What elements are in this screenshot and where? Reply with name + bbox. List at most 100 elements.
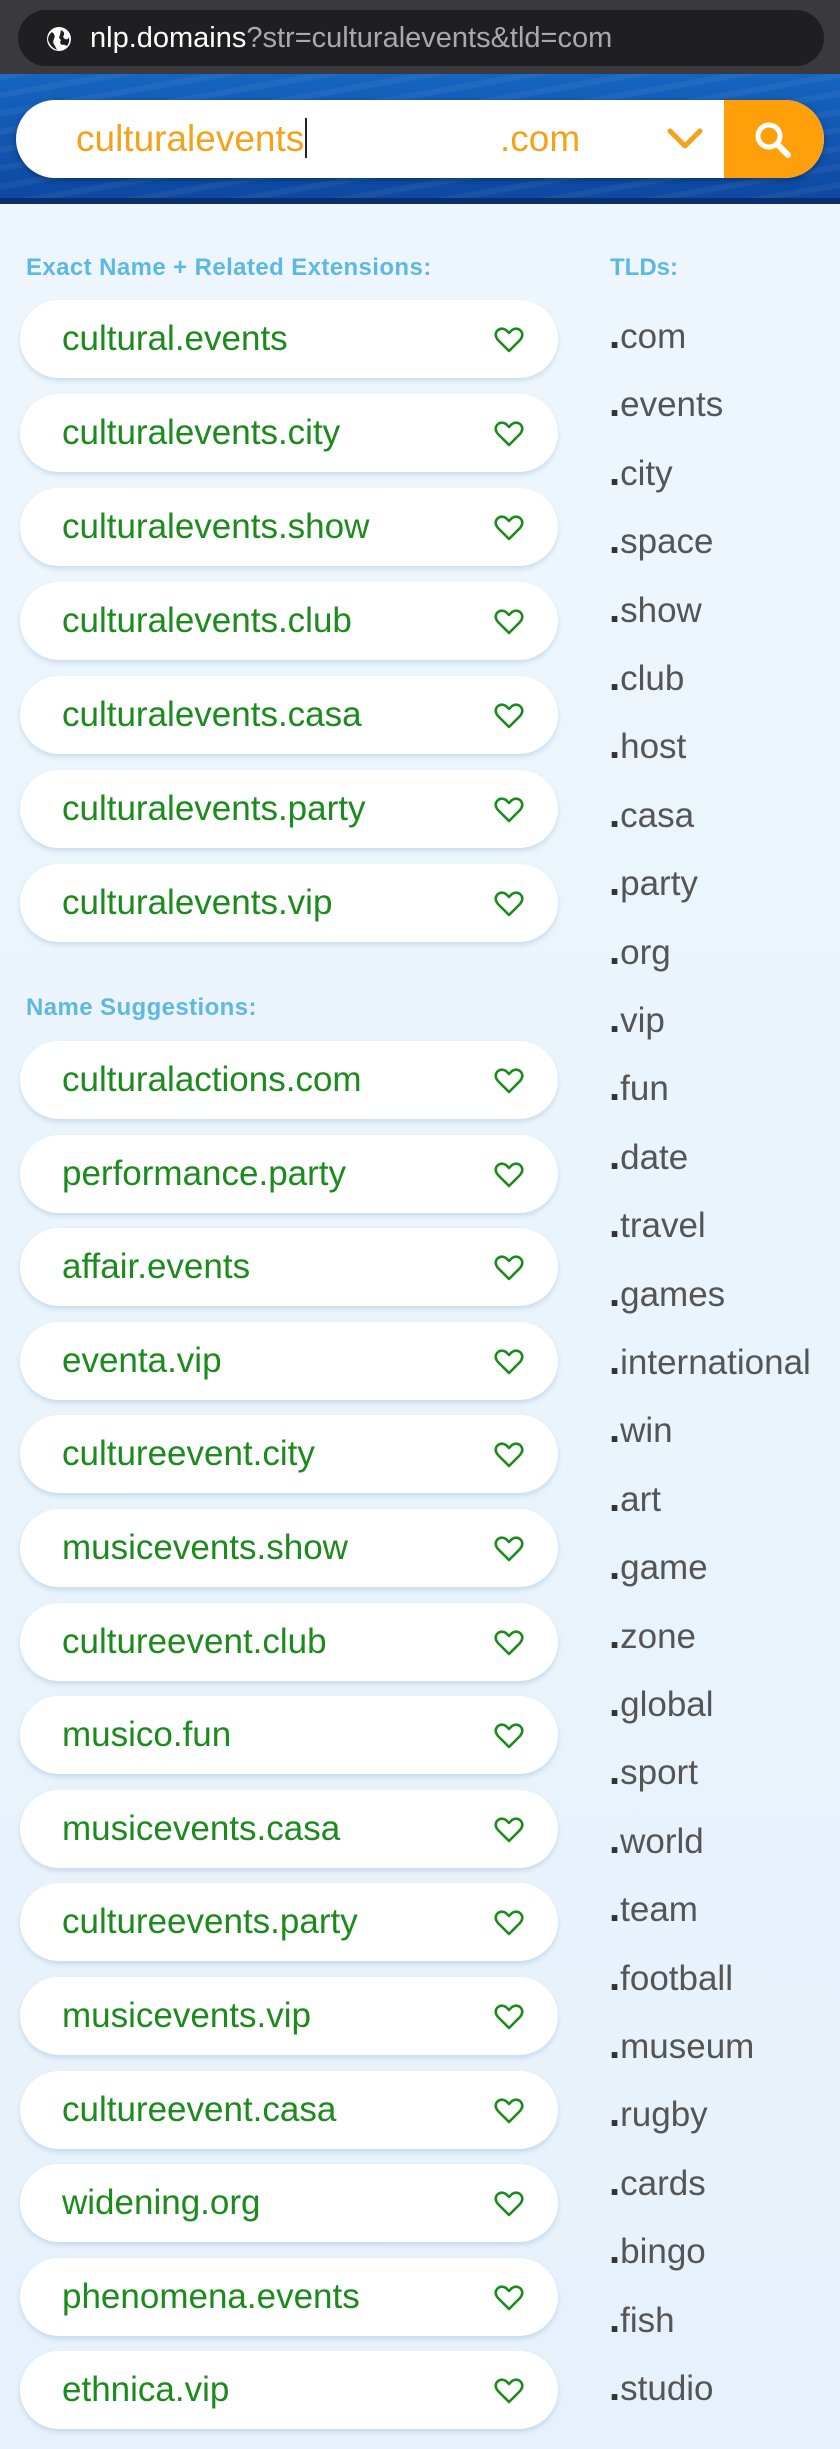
domain-name[interactable]: culturalevents.vip [62,864,332,942]
domain-card[interactable]: eventa.vip [20,1321,558,1400]
domain-name[interactable]: cultural.events [62,300,288,378]
domain-card[interactable]: musico.fun [20,1696,558,1775]
heart-icon[interactable] [494,1162,524,1188]
tld-link[interactable]: .cards [609,2160,706,2205]
domain-name[interactable]: eventa.vip [62,1322,222,1400]
search-input[interactable]: culturalevents [76,100,308,178]
domain-card[interactable]: cultureevent.club [20,1602,558,1681]
heart-icon[interactable] [494,1442,524,1468]
heart-icon[interactable] [494,1255,524,1281]
tld-link[interactable]: .studio [609,2365,714,2410]
domain-name[interactable]: cultureevent.city [62,1415,315,1493]
heart-icon[interactable] [494,797,524,823]
domain-card[interactable]: phenomena.events [20,2257,558,2336]
tld-link[interactable]: .football [609,1955,733,2000]
tld-link[interactable]: .art [609,1476,661,1521]
domain-name[interactable]: widening.org [62,2164,260,2242]
heart-icon[interactable] [494,2191,524,2217]
heart-icon[interactable] [494,421,524,447]
heart-icon[interactable] [494,1910,524,1936]
heart-icon[interactable] [494,327,524,353]
tld-link[interactable]: .zone [609,1613,696,1658]
tld-link[interactable]: .world [609,1818,704,1863]
domain-name[interactable]: culturalevents.casa [62,676,362,754]
domain-card[interactable]: culturalactions.com [20,1041,558,1119]
heart-icon[interactable] [494,2098,524,2124]
domain-name[interactable]: musicevents.vip [62,1977,311,2055]
tld-link[interactable]: .party [609,860,698,905]
tld-link[interactable]: .show [609,587,702,632]
domain-card[interactable]: cultureevents.party [20,1883,558,1962]
domain-card[interactable]: musicevents.vip [20,1977,558,2055]
domain-card[interactable]: culturalevents.show [20,488,558,566]
domain-name[interactable]: affair.events [62,1228,250,1306]
domain-name[interactable]: ethnica.vip [62,2351,229,2429]
tld-link[interactable]: .rugby [609,2091,708,2136]
domain-name[interactable]: musicevents.show [62,1509,348,1587]
domain-card[interactable]: culturalevents.party [20,770,558,848]
heart-icon[interactable] [494,1536,524,1562]
domain-name[interactable]: culturalevents.show [62,488,369,566]
domain-card[interactable]: ethnica.vip [20,2351,558,2430]
tld-link[interactable]: .team [609,1886,698,1931]
tld-link[interactable]: .game [609,1544,708,1589]
domain-name[interactable]: performance.party [62,1135,346,1213]
domain-card[interactable]: cultureevent.city [20,1415,558,1494]
domain-name[interactable]: culturalactions.com [62,1041,362,1119]
tld-link[interactable]: .casa [609,792,694,837]
domain-card[interactable]: musicevents.show [20,1509,558,1587]
tld-link[interactable]: .international [609,1339,811,1384]
heart-icon[interactable] [494,2378,524,2404]
domain-name[interactable]: cultureevent.casa [62,2071,336,2149]
domain-card[interactable]: cultureevent.casa [20,2070,558,2149]
tld-link[interactable]: .com [609,313,686,358]
heart-icon[interactable] [494,1723,524,1749]
domain-name[interactable]: cultureevents.party [62,1883,358,1961]
tld-select[interactable]: .com [500,100,580,178]
domain-card[interactable]: performance.party [20,1134,558,1213]
domain-card[interactable]: cultural.events [20,300,558,378]
domain-card[interactable]: affair.events [20,1228,558,1307]
tld-link[interactable]: .date [609,1134,688,1179]
tld-link[interactable]: .org [609,929,671,974]
heart-icon[interactable] [494,703,524,729]
tld-link[interactable]: .events [609,381,723,426]
tld-link[interactable]: .museum [609,2023,754,2068]
domain-card[interactable]: widening.org [20,2164,558,2243]
heart-icon[interactable] [494,1068,524,1094]
tld-link[interactable]: .club [609,655,684,700]
domain-name[interactable]: cultureevent.club [62,1603,327,1681]
heart-icon[interactable] [494,515,524,541]
tld-link[interactable]: .vip [609,997,665,1042]
domain-card[interactable]: culturalevents.vip [20,864,558,942]
domain-name[interactable]: musico.fun [62,1696,231,1774]
tld-link[interactable]: .host [609,723,686,768]
domain-name[interactable]: musicevents.casa [62,1790,340,1868]
domain-name[interactable]: culturalevents.club [62,582,352,660]
search-button[interactable] [724,100,824,178]
domain-card[interactable]: culturalevents.club [20,582,558,660]
tld-link[interactable]: .games [609,1271,725,1316]
heart-icon[interactable] [494,1817,524,1843]
domain-card[interactable]: musicevents.casa [20,1789,558,1868]
heart-icon[interactable] [494,1349,524,1375]
chevron-down-icon[interactable] [666,125,704,153]
tld-link[interactable]: .global [609,1681,714,1726]
domain-card[interactable]: culturalevents.city [20,394,558,472]
domain-name[interactable]: culturalevents.city [62,394,340,472]
tld-link[interactable]: .space [609,518,714,563]
domain-name[interactable]: culturalevents.party [62,770,365,848]
heart-icon[interactable] [494,609,524,635]
heart-icon[interactable] [494,1630,524,1656]
tld-link[interactable]: .travel [609,1202,706,1247]
tld-link[interactable]: .bingo [609,2228,706,2273]
tld-link[interactable]: .sport [609,1749,698,1794]
tld-link[interactable]: .city [609,450,673,495]
address-bar[interactable]: nlp.domains?str=culturalevents&tld=com [18,10,824,66]
tld-link[interactable]: .win [609,1407,673,1452]
domain-card[interactable]: culturalevents.casa [20,676,558,754]
heart-icon[interactable] [494,891,524,917]
heart-icon[interactable] [494,2004,524,2030]
tld-link[interactable]: .fish [609,2297,675,2342]
heart-icon[interactable] [494,2285,524,2311]
